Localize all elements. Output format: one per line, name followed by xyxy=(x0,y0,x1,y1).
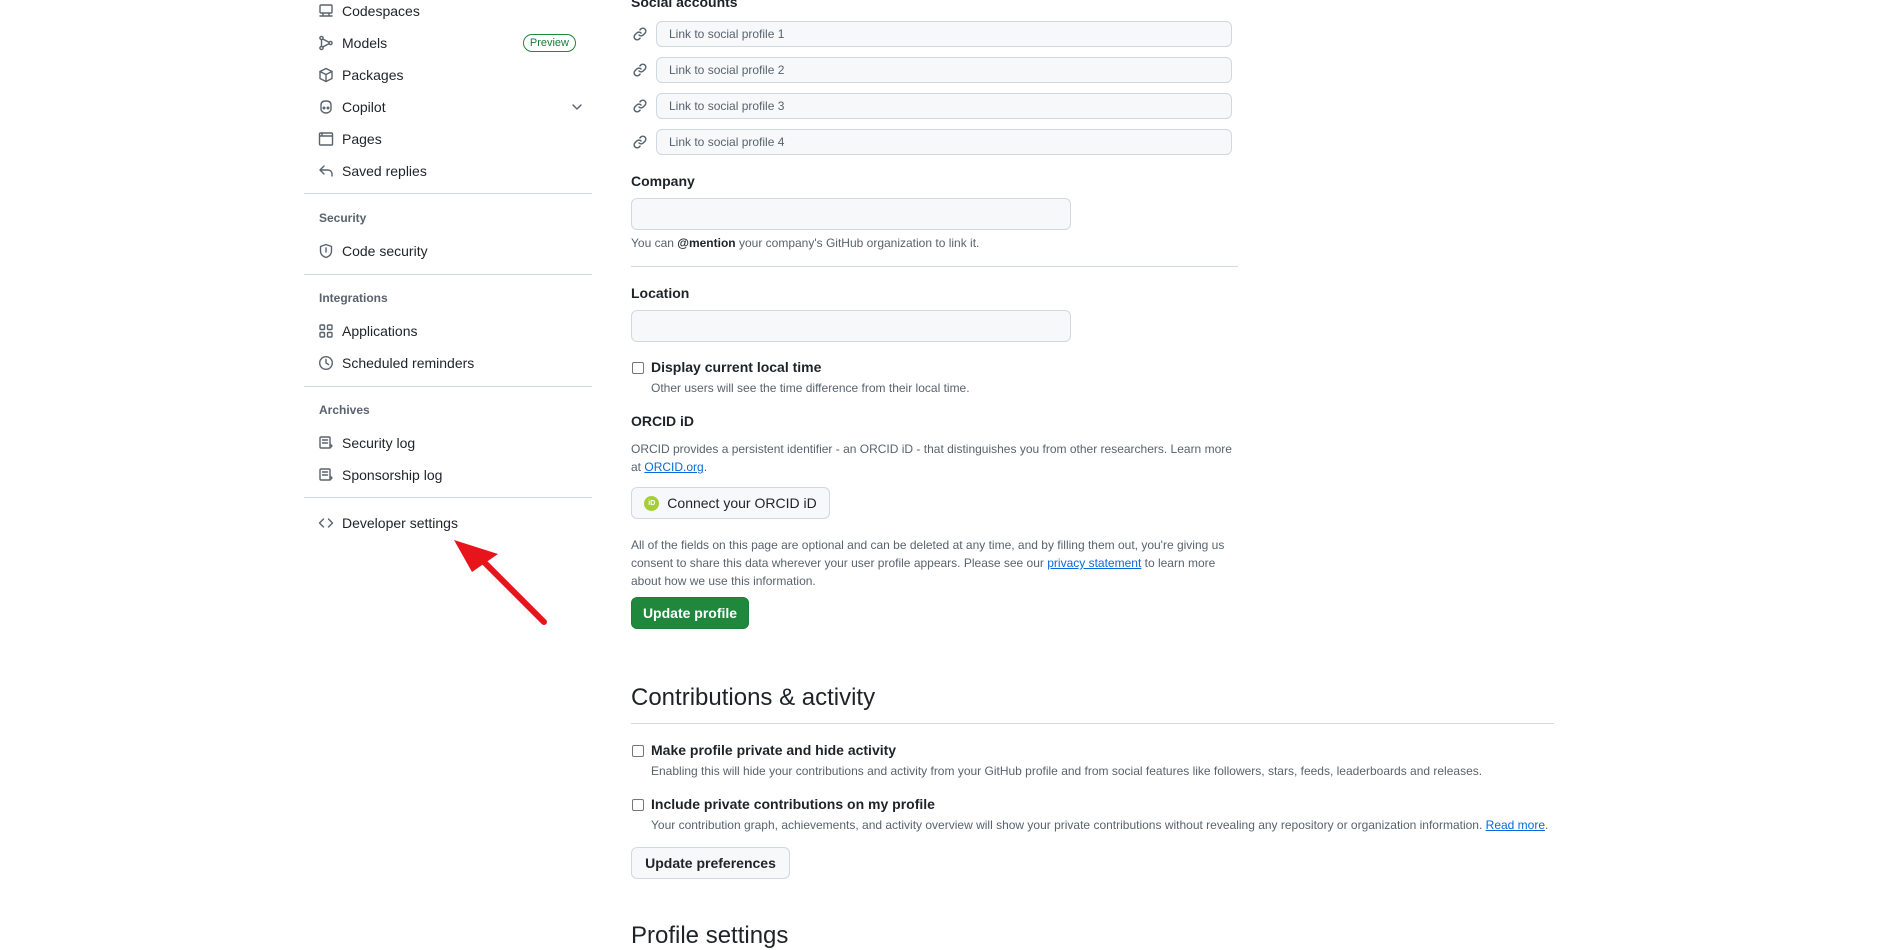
sidebar-group-integrations: Integrations xyxy=(319,291,388,305)
sidebar-divider xyxy=(304,193,592,194)
update-preferences-button[interactable]: Update preferences xyxy=(631,847,790,879)
private-profile-checkbox[interactable] xyxy=(632,745,644,757)
company-hint: You can @mention your company's GitHub o… xyxy=(631,236,980,250)
sidebar-item-label: Packages xyxy=(342,67,404,83)
sidebar-item-codespaces[interactable]: Codespaces xyxy=(318,0,593,26)
orcid-logo-icon: iD xyxy=(644,495,660,511)
sidebar-item-label: Code security xyxy=(342,243,428,259)
sidebar-item-label: Codespaces xyxy=(342,3,420,19)
link-icon xyxy=(632,134,648,155)
sidebar-item-security-log[interactable]: Security log xyxy=(318,428,593,458)
sidebar-divider xyxy=(304,497,592,498)
orcid-heading: ORCID iD xyxy=(631,413,694,429)
copilot-icon xyxy=(318,99,334,115)
link-icon xyxy=(632,62,648,83)
location-input[interactable] xyxy=(631,310,1071,342)
social-profile-input-1[interactable] xyxy=(656,21,1232,47)
company-input[interactable] xyxy=(631,198,1071,230)
profile-disclaimer: All of the fields on this page are optio… xyxy=(631,538,1225,588)
orcid-link[interactable]: ORCID.org xyxy=(644,460,703,474)
sidebar-item-code-security[interactable]: Code security xyxy=(318,236,593,266)
sidebar-item-pages[interactable]: Pages xyxy=(318,124,593,154)
local-time-label: Display current local time xyxy=(651,359,822,375)
reply-icon xyxy=(318,163,334,179)
annotation-arrow-icon xyxy=(454,540,547,625)
codespaces-icon xyxy=(318,3,334,19)
connect-orcid-button[interactable]: iD Connect your ORCID iD xyxy=(631,487,830,519)
private-profile-hint: Enabling this will hide your contributio… xyxy=(651,764,1483,778)
local-time-hint: Other users will see the time difference… xyxy=(651,381,970,395)
chevron-down-icon[interactable] xyxy=(569,99,585,115)
sidebar-item-copilot[interactable]: Copilot xyxy=(318,92,593,122)
link-icon xyxy=(632,98,648,119)
sidebar-group-security: Security xyxy=(319,211,367,225)
sidebar-divider xyxy=(304,274,592,275)
shield-icon xyxy=(318,243,334,259)
sidebar-item-label: Scheduled reminders xyxy=(342,355,475,371)
sidebar-item-applications[interactable]: Applications xyxy=(318,316,593,346)
models-icon xyxy=(318,35,334,51)
package-icon xyxy=(318,67,334,83)
local-time-checkbox[interactable] xyxy=(632,362,644,374)
social-profile-input-2[interactable] xyxy=(656,57,1232,83)
profile-settings-heading: Profile settings xyxy=(631,922,789,949)
sidebar-item-label: Security log xyxy=(342,435,416,451)
orcid-description: ORCID provides a persistent identifier -… xyxy=(631,442,1232,474)
social-accounts-heading: Social accounts xyxy=(631,0,738,10)
company-label: Company xyxy=(631,173,695,189)
private-profile-label: Make profile private and hide activity xyxy=(651,742,897,758)
section-divider xyxy=(631,266,1238,267)
sidebar-item-label: Sponsorship log xyxy=(342,467,443,483)
privacy-statement-link[interactable]: privacy statement xyxy=(1047,556,1141,570)
contributions-heading: Contributions & activity xyxy=(631,684,876,711)
update-profile-button[interactable]: Update profile xyxy=(631,597,749,629)
include-private-label: Include private contributions on my prof… xyxy=(651,796,935,812)
sidebar-item-models[interactable]: Models Preview xyxy=(318,28,593,58)
sidebar-item-label: Models xyxy=(342,35,388,51)
log-icon xyxy=(318,467,334,483)
link-icon xyxy=(632,26,648,47)
social-profile-input-3[interactable] xyxy=(656,93,1232,119)
sidebar-item-sponsorship-log[interactable]: Sponsorship log xyxy=(318,460,593,490)
sidebar-item-label: Pages xyxy=(342,131,382,147)
sidebar-item-saved-replies[interactable]: Saved replies xyxy=(318,156,593,186)
section-divider xyxy=(631,723,1554,724)
sidebar-item-label: Saved replies xyxy=(342,163,427,179)
apps-icon xyxy=(318,323,334,339)
sidebar-item-label: Applications xyxy=(342,323,418,339)
sidebar-divider xyxy=(304,386,592,387)
read-more-link[interactable]: Read more xyxy=(1486,818,1545,832)
include-private-hint: Your contribution graph, achievements, a… xyxy=(651,818,1549,832)
preview-badge: Preview xyxy=(522,34,576,52)
clock-icon xyxy=(318,355,334,371)
location-label: Location xyxy=(631,285,690,301)
sidebar-item-label: Copilot xyxy=(342,99,386,115)
pages-icon xyxy=(318,131,334,147)
include-private-checkbox[interactable] xyxy=(632,799,644,811)
sidebar-item-packages[interactable]: Packages xyxy=(318,60,593,90)
sidebar-item-scheduled-reminders[interactable]: Scheduled reminders xyxy=(318,348,593,378)
connect-orcid-label: Connect your ORCID iD xyxy=(667,495,817,511)
log-icon xyxy=(318,435,334,451)
social-profile-input-4[interactable] xyxy=(656,129,1232,155)
sidebar-group-archives: Archives xyxy=(319,403,370,417)
code-icon xyxy=(318,515,334,531)
